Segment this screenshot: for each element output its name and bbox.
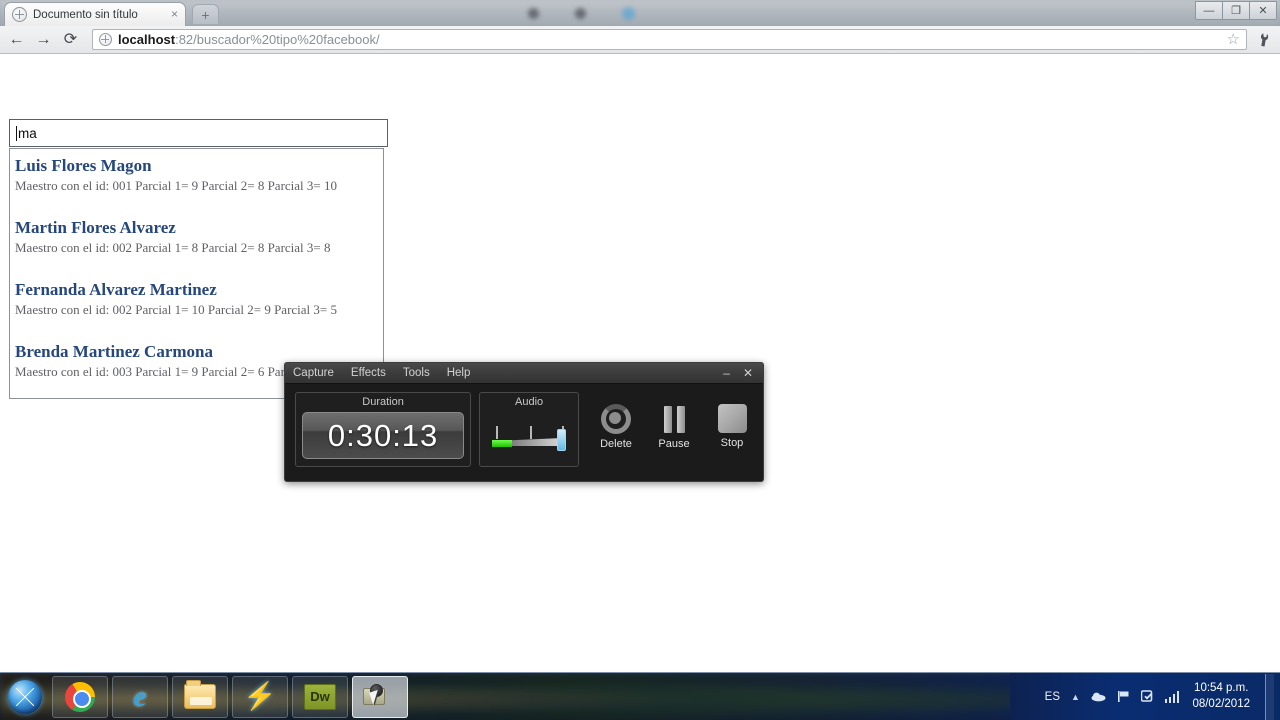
delete-label: Delete (600, 438, 632, 450)
result-detail: Maestro con el id: 002 Parcial 1= 10 Par… (15, 301, 337, 317)
duration-panel: Duration 0:30:13 (295, 392, 472, 467)
browser-toolbar: ← → ⟳ localhost:82/buscador%20tipo%20fac… (0, 26, 1280, 54)
recorder-window-controls: – ✕ (723, 366, 757, 380)
result-name[interactable]: Brenda Martinez Carmona (15, 342, 383, 362)
slider-handle[interactable] (557, 429, 566, 451)
camera-icon (363, 683, 397, 710)
taskbar-item-internet-explorer[interactable]: e (112, 675, 168, 718)
browser-tab[interactable]: Documento sin título × (4, 2, 186, 26)
start-button[interactable] (2, 675, 48, 719)
clock-time: 10:54 p.m. (1194, 682, 1249, 695)
minimize-icon[interactable]: – (723, 366, 730, 380)
back-icon[interactable]: ← (7, 30, 26, 49)
restore-button[interactable]: ❐ (1222, 1, 1250, 20)
taskbar-item-file-explorer[interactable] (172, 675, 228, 718)
language-indicator[interactable]: ES (1045, 691, 1060, 703)
stop-button[interactable]: Stop (709, 404, 755, 450)
recorder-titlebar: Capture Effects Tools Help – ✕ (285, 363, 763, 384)
show-desktop-button[interactable] (1265, 674, 1274, 720)
delete-icon (601, 404, 631, 434)
close-icon[interactable]: ✕ (743, 366, 753, 380)
url-path: :82/buscador%20tipo%20facebook/ (175, 32, 380, 47)
delete-button[interactable]: Delete (593, 404, 639, 450)
recorder-menubar: Capture Effects Tools Help (293, 367, 470, 379)
taskbar-item-screen-recorder[interactable] (352, 675, 408, 718)
recorder-body: Duration 0:30:13 Audio Delete Pause Stop (285, 384, 763, 467)
dreamweaver-icon: Dw (304, 683, 336, 710)
result-detail: Maestro con el id: 002 Parcial 1= 8 Parc… (15, 239, 331, 255)
menu-item-capture[interactable]: Capture (293, 367, 334, 379)
browser-window: Documento sin título × + — ❐ ✕ ← → ⟳ loc… (0, 0, 1280, 672)
pause-button[interactable]: Pause (651, 404, 697, 450)
audio-level-slider[interactable] (486, 412, 572, 459)
screen-recorder-window: Capture Effects Tools Help – ✕ Duration … (284, 362, 764, 482)
taskbar-item-dreamweaver[interactable]: Dw (292, 675, 348, 718)
forward-icon[interactable]: → (34, 30, 53, 49)
text-caret (16, 125, 17, 141)
taskbar-item-chrome[interactable] (52, 675, 108, 718)
audio-panel: Audio (479, 392, 579, 467)
duration-value: 0:30:13 (302, 412, 465, 459)
wrench-menu-icon[interactable] (1251, 26, 1277, 53)
recorder-controls: Delete Pause Stop (593, 392, 755, 450)
window-controls: — ❐ ✕ (1195, 1, 1277, 20)
result-name[interactable]: Fernanda Alvarez Martinez (15, 280, 383, 300)
clock[interactable]: 10:54 p.m. 08/02/2012 (1192, 681, 1250, 712)
pause-label: Pause (658, 438, 690, 450)
stop-label: Stop (720, 437, 744, 449)
meter-fill (492, 440, 513, 447)
tab-strip: Documento sin título × + — ❐ ✕ (0, 0, 1280, 26)
folder-icon (184, 680, 216, 709)
result-detail: Maestro con el id: 001 Parcial 1= 9 Parc… (15, 177, 337, 193)
pause-icon (663, 404, 685, 434)
cloud-icon[interactable] (1091, 691, 1106, 704)
close-button[interactable]: ✕ (1249, 1, 1277, 20)
meter-tick-icon (496, 426, 498, 439)
list-item[interactable]: Fernanda Alvarez Martinez Maestro con el… (15, 280, 383, 317)
network-signal-icon[interactable] (1164, 691, 1180, 703)
bookmark-star-icon[interactable]: ☆ (1227, 32, 1240, 48)
list-item[interactable]: Luis Flores Magon Maestro con el id: 001… (15, 156, 383, 193)
reload-icon[interactable]: ⟳ (61, 30, 80, 49)
result-name[interactable]: Luis Flores Magon (15, 156, 383, 176)
duration-label: Duration (362, 396, 404, 408)
address-bar[interactable]: localhost:82/buscador%20tipo%20facebook/… (92, 29, 1247, 50)
chrome-icon (65, 681, 95, 712)
internet-explorer-icon: e (133, 679, 147, 713)
lightning-bolt-icon: ⚡ (243, 681, 277, 711)
globe-icon (12, 7, 27, 22)
menu-item-tools[interactable]: Tools (403, 367, 430, 379)
meter-tick-icon (530, 426, 532, 439)
result-name[interactable]: Martin Flores Alvarez (15, 218, 383, 238)
close-icon[interactable]: × (168, 8, 181, 21)
minimize-button[interactable]: — (1195, 1, 1223, 20)
menu-item-effects[interactable]: Effects (351, 367, 386, 379)
url-text: localhost:82/buscador%20tipo%20facebook/ (118, 32, 380, 47)
taskbar-item-flash-app[interactable]: ⚡ (232, 675, 288, 718)
menu-item-help[interactable]: Help (447, 367, 471, 379)
list-item[interactable]: Martin Flores Alvarez Maestro con el id:… (15, 218, 383, 255)
search-input[interactable]: ma (9, 119, 388, 147)
search-input-value: ma (18, 125, 37, 141)
tab-title: Documento sin título (33, 8, 138, 21)
audio-label: Audio (515, 396, 544, 408)
new-tab-button[interactable]: + (192, 4, 219, 24)
stop-icon (717, 404, 747, 433)
plus-icon: + (201, 6, 210, 23)
windows-logo-icon (8, 679, 42, 714)
system-tray: ES ▲ 10:54 p.m. 08/02/2012 (1045, 673, 1280, 720)
site-globe-icon (99, 33, 112, 46)
url-host: localhost (118, 32, 176, 47)
show-hidden-icons-icon[interactable]: ▲ (1071, 692, 1080, 702)
clock-date: 08/02/2012 (1192, 698, 1250, 710)
taskbar: e ⚡ Dw ES ▲ 10:54 p.m. 08/02/2012 (0, 672, 1280, 720)
action-center-icon[interactable] (1140, 689, 1154, 705)
flag-icon[interactable] (1117, 690, 1130, 705)
